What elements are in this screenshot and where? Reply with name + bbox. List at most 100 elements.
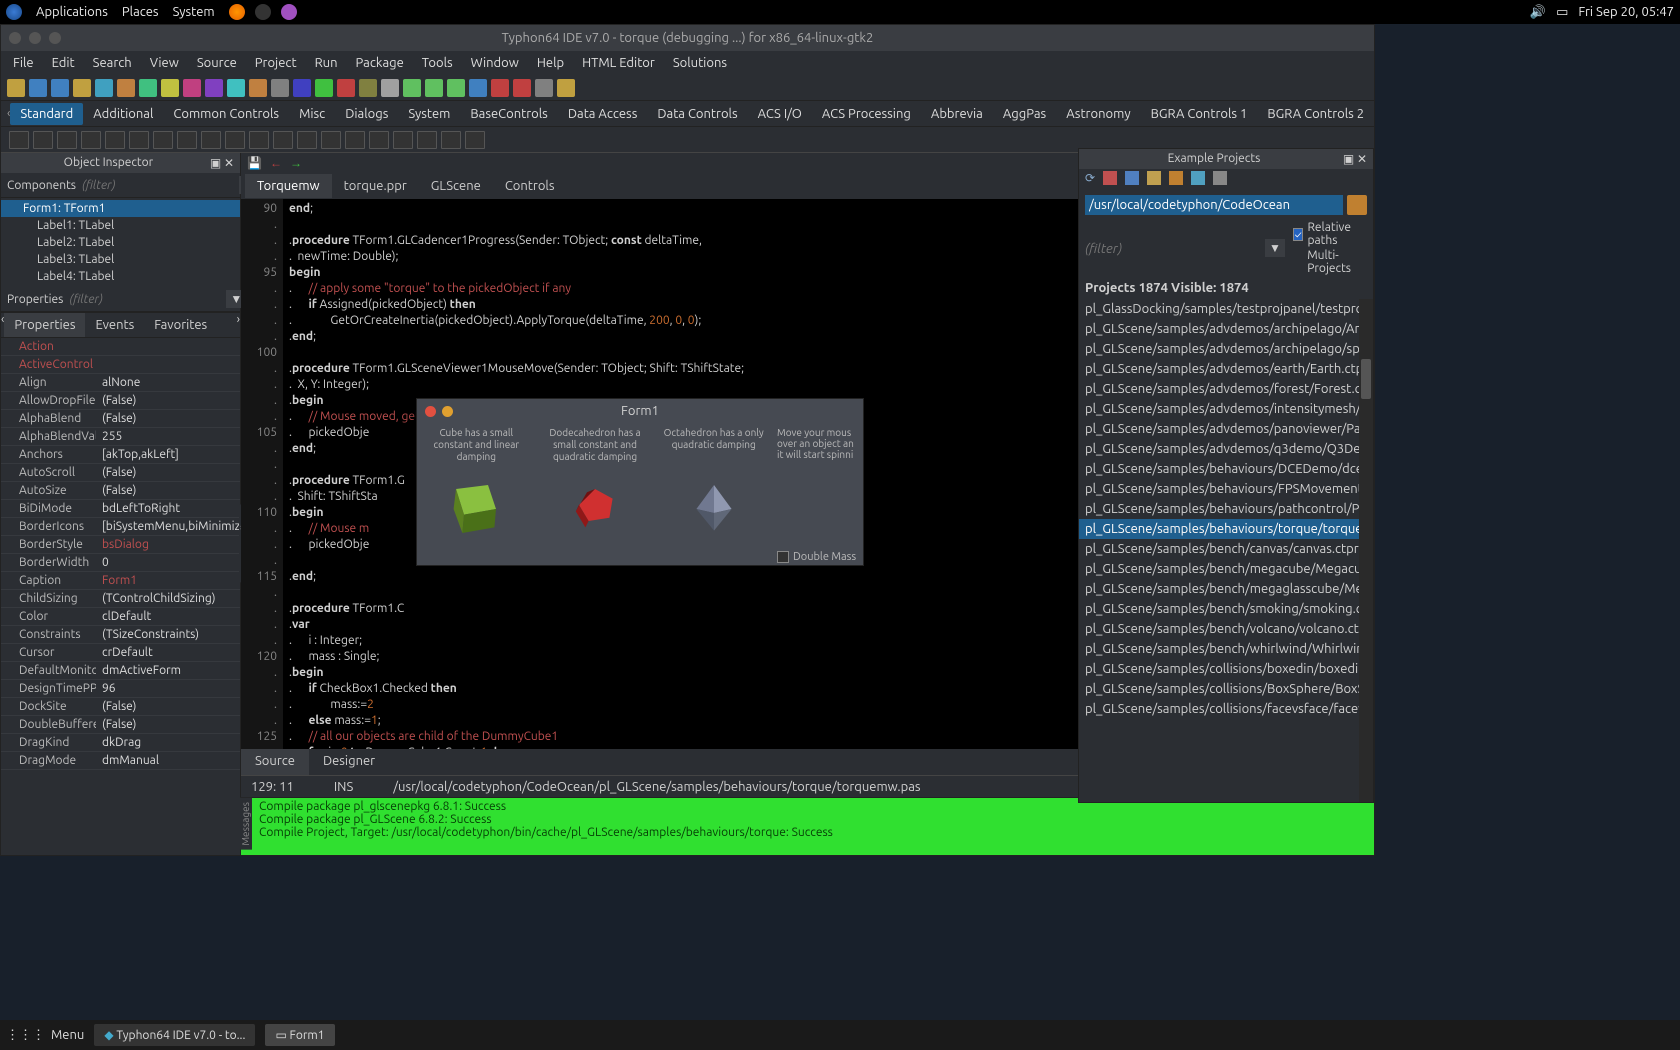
prop-tab-favorites[interactable]: Favorites — [144, 313, 217, 337]
editor-tab-torquemw[interactable]: Torquemw — [245, 174, 332, 198]
palette-component-12[interactable] — [297, 131, 317, 149]
palette-component-0[interactable] — [9, 131, 29, 149]
property-row[interactable]: DragKinddkDrag — [1, 734, 240, 752]
panel-buttons[interactable]: ▣ ✕ — [1343, 152, 1367, 166]
tab-source[interactable]: Source — [241, 749, 309, 775]
component-tab-basecontrols[interactable]: BaseControls — [460, 103, 557, 125]
editor-tab-controls[interactable]: Controls — [493, 174, 567, 198]
toolbar-button-25[interactable] — [557, 79, 575, 97]
project-list-item[interactable]: pl_GLScene/samples/behaviours/DCEDemo/dc… — [1079, 459, 1373, 479]
menu-project[interactable]: Project — [255, 56, 297, 70]
property-row[interactable]: BorderStylebsDialog — [1, 536, 240, 554]
component-tab-data-access[interactable]: Data Access — [558, 103, 648, 125]
menu-search[interactable]: Search — [93, 56, 132, 70]
property-row[interactable]: AutoScroll(False) — [1, 464, 240, 482]
property-row[interactable]: ColorclDefault — [1, 608, 240, 626]
tool-icon[interactable] — [1103, 171, 1117, 185]
property-row[interactable]: AlphaBlendValue255 — [1, 428, 240, 446]
palette-component-1[interactable] — [33, 131, 53, 149]
menu-file[interactable]: File — [13, 56, 34, 70]
display-icon[interactable]: ▭ — [1556, 5, 1568, 20]
taskbar-menu-button[interactable]: ⋮⋮⋮ Menu — [6, 1028, 84, 1043]
components-filter-input[interactable] — [82, 179, 233, 192]
palette-component-2[interactable] — [57, 131, 77, 149]
menu-html-editor[interactable]: HTML Editor — [582, 56, 655, 70]
project-list-item[interactable]: pl_GLScene/samples/bench/volcano/volcano… — [1079, 619, 1373, 639]
component-tab-misc[interactable]: Misc — [289, 103, 335, 125]
component-tab-standard[interactable]: Standard — [10, 103, 83, 125]
relative-paths-checkbox[interactable]: ✓Relative paths — [1293, 221, 1367, 247]
clock[interactable]: Fri Sep 20, 05:47 — [1578, 5, 1674, 19]
tool-icon[interactable] — [1147, 171, 1161, 185]
property-row[interactable]: DefaultMonitordmActiveForm — [1, 662, 240, 680]
toolbar-button-14[interactable] — [315, 79, 333, 97]
taskbar-task[interactable]: ◆ Typhon64 IDE v7.0 - to... — [94, 1024, 255, 1046]
toolbar-button-7[interactable] — [161, 79, 179, 97]
palette-component-14[interactable] — [345, 131, 365, 149]
menu-system[interactable]: System — [173, 5, 215, 19]
project-list-item[interactable]: pl_GlassDocking/samples/testprojpanel/te… — [1079, 299, 1373, 319]
project-list-item[interactable]: pl_GLScene/samples/collisions/BoxSphere/… — [1079, 679, 1373, 699]
panel-buttons[interactable]: ▣ ✕ — [210, 156, 234, 170]
component-tab-abbrevia[interactable]: Abbrevia — [921, 103, 993, 125]
toolbar-button-20[interactable] — [447, 79, 465, 97]
project-list-item[interactable]: pl_GLScene/samples/bench/smoking/smoking… — [1079, 599, 1373, 619]
menu-view[interactable]: View — [150, 56, 179, 70]
toolbar-button-12[interactable] — [271, 79, 289, 97]
tool-icon[interactable] — [1169, 171, 1183, 185]
prop-tab-events[interactable]: Events — [85, 313, 144, 337]
component-tab-astronomy[interactable]: Astronomy — [1056, 103, 1140, 125]
project-list-item[interactable]: pl_GLScene/samples/advdemos/panoviewer/P… — [1079, 419, 1373, 439]
property-row[interactable]: CaptionForm1 — [1, 572, 240, 590]
component-tab-aggpas[interactable]: AggPas — [993, 103, 1056, 125]
list-scrollbar[interactable] — [1359, 299, 1373, 802]
property-row[interactable]: DesignTimePPI96 — [1, 680, 240, 698]
property-grid[interactable]: ActionActiveControlAlignalNoneAllowDropF… — [1, 338, 240, 855]
menu-places[interactable]: Places — [122, 5, 159, 19]
palette-component-4[interactable] — [105, 131, 125, 149]
back-icon[interactable]: ← — [270, 156, 282, 170]
window-controls[interactable] — [9, 32, 61, 44]
form1-window-controls[interactable] — [425, 406, 453, 417]
toolbar-button-2[interactable] — [51, 79, 69, 97]
project-path-input[interactable] — [1085, 195, 1343, 215]
palette-component-11[interactable] — [273, 131, 293, 149]
project-list-item[interactable]: pl_GLScene/samples/advdemos/archipelago/… — [1079, 319, 1373, 339]
palette-component-17[interactable] — [417, 131, 437, 149]
component-tab-acs-processing[interactable]: ACS Processing — [812, 103, 921, 125]
volume-icon[interactable]: 🔊 — [1530, 5, 1546, 20]
menu-run[interactable]: Run — [315, 56, 338, 70]
palette-component-7[interactable] — [177, 131, 197, 149]
palette-component-19[interactable] — [465, 131, 485, 149]
toolbar-button-21[interactable] — [469, 79, 487, 97]
refresh-icon[interactable]: ⟳ — [1085, 171, 1095, 189]
property-row[interactable]: AutoSize(False) — [1, 482, 240, 500]
project-filter-input[interactable] — [1085, 241, 1257, 256]
toolbar-button-10[interactable] — [227, 79, 245, 97]
project-list-item[interactable]: pl_GLScene/samples/behaviours/FPSMovemen… — [1079, 479, 1373, 499]
prop-tab-properties[interactable]: Properties — [4, 313, 85, 337]
toolbar-button-17[interactable] — [381, 79, 399, 97]
property-row[interactable]: BorderWidth0 — [1, 554, 240, 572]
property-row[interactable]: Anchors[akTop,akLeft] — [1, 446, 240, 464]
toolbar-button-0[interactable] — [7, 79, 25, 97]
toolbar-button-3[interactable] — [73, 79, 91, 97]
toolbar-button-5[interactable] — [117, 79, 135, 97]
palette-component-18[interactable] — [441, 131, 461, 149]
menu-help[interactable]: Help — [537, 56, 564, 70]
project-list[interactable]: pl_GlassDocking/samples/testprojpanel/te… — [1079, 299, 1373, 802]
menu-edit[interactable]: Edit — [52, 56, 75, 70]
property-row[interactable]: CursorcrDefault — [1, 644, 240, 662]
toolbar-button-13[interactable] — [293, 79, 311, 97]
toolbar-button-8[interactable] — [183, 79, 201, 97]
project-list-item[interactable]: pl_GLScene/samples/behaviours/torque/tor… — [1079, 519, 1373, 539]
project-list-item[interactable]: pl_GLScene/samples/behaviours/pathcontro… — [1079, 499, 1373, 519]
palette-component-15[interactable] — [369, 131, 389, 149]
menu-window[interactable]: Window — [471, 56, 519, 70]
property-row[interactable]: AlignalNone — [1, 374, 240, 392]
filter-icon[interactable]: ▼ — [1265, 239, 1285, 257]
palette-component-8[interactable] — [201, 131, 221, 149]
project-list-item[interactable]: pl_GLScene/samples/collisions/boxedin/bo… — [1079, 659, 1373, 679]
editor-tab-torque.ppr[interactable]: torque.ppr — [332, 174, 419, 198]
component-tab-system[interactable]: System — [398, 103, 460, 125]
